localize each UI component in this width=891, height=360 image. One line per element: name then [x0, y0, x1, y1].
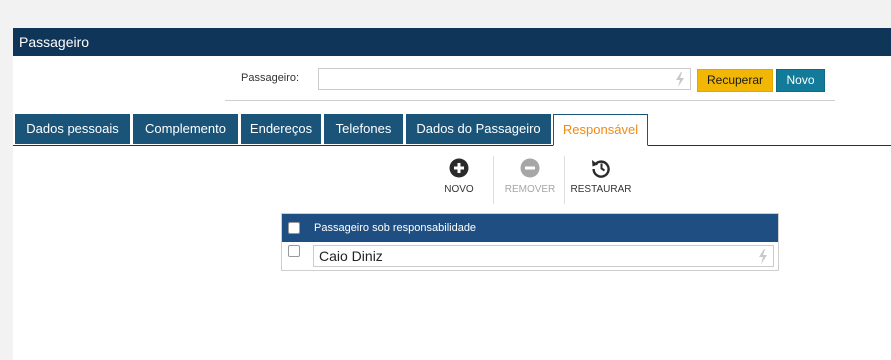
- novo-toolbar-button[interactable]: NOVO: [424, 158, 494, 198]
- lightning-icon[interactable]: [675, 72, 685, 87]
- responsavel-grid: Passageiro sob responsabilidade Caio Din…: [281, 213, 779, 271]
- novo-toolbar-label: NOVO: [444, 184, 474, 195]
- restaurar-toolbar-button[interactable]: RESTAURAR: [566, 158, 636, 198]
- restaurar-toolbar-label: RESTAURAR: [570, 184, 632, 195]
- select-all-checkbox[interactable]: [288, 222, 300, 234]
- toolbar-divider: [564, 156, 565, 204]
- tab-dados-do-passageiro[interactable]: Dados do Passageiro: [406, 114, 551, 144]
- lightning-icon[interactable]: [758, 249, 768, 264]
- tab-enderecos[interactable]: Endereços: [241, 114, 321, 144]
- grid-header: Passageiro sob responsabilidade: [282, 214, 778, 242]
- recuperar-button[interactable]: Recuperar: [697, 69, 773, 92]
- novo-button[interactable]: Novo: [776, 69, 825, 92]
- tab-telefones[interactable]: Telefones: [324, 114, 403, 144]
- row-checkbox[interactable]: [288, 245, 300, 257]
- passageiro-search-form: Passageiro: Recuperar Novo: [225, 62, 835, 101]
- passageiro-input[interactable]: [318, 68, 691, 90]
- window-title: Passageiro: [13, 28, 891, 56]
- tab-dados-pessoais[interactable]: Dados pessoais: [15, 114, 130, 144]
- remover-toolbar-button[interactable]: REMOVER: [495, 158, 565, 198]
- minus-circle-icon: [520, 158, 540, 178]
- grid-header-label: Passageiro sob responsabilidade: [314, 222, 477, 234]
- tab-bar: Dados pessoais Complemento Endereços Tel…: [13, 114, 891, 146]
- passageiro-row-input[interactable]: Caio Diniz: [313, 245, 774, 267]
- history-icon: [592, 160, 610, 178]
- passageiro-panel: Passageiro Passageiro: Recuperar Novo Da…: [13, 28, 891, 360]
- tab-complemento[interactable]: Complemento: [133, 114, 238, 144]
- plus-circle-icon: [449, 158, 469, 178]
- remover-toolbar-label: REMOVER: [504, 184, 556, 195]
- toolbar-divider: [493, 156, 494, 204]
- passageiro-label: Passageiro:: [241, 72, 300, 84]
- passageiro-row-value: Caio Diniz: [319, 248, 383, 264]
- tab-responsavel[interactable]: Responsável: [553, 114, 648, 146]
- table-row: Caio Diniz: [282, 242, 778, 270]
